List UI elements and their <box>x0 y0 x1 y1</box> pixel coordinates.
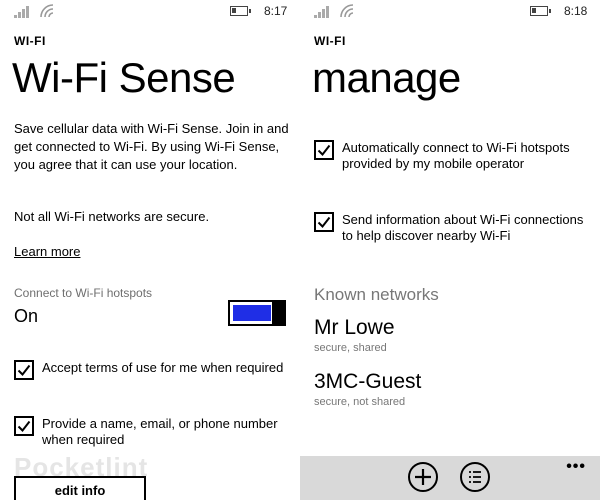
toggle-thumb[interactable] <box>272 300 284 326</box>
status-bar: 8:17 <box>0 0 300 24</box>
checkmark-icon <box>17 420 31 433</box>
app-bar: ••• <box>300 456 600 500</box>
hotspot-toggle-switch[interactable] <box>228 300 286 326</box>
clock: 8:17 <box>264 4 288 18</box>
checkmark-icon <box>17 364 31 377</box>
connect-hotspots-label: Connect to Wi-Fi hotspots <box>14 286 153 300</box>
checkmark-icon <box>317 216 331 229</box>
checkmark-icon <box>317 144 331 157</box>
add-icon <box>415 469 431 485</box>
network-name[interactable]: Mr Lowe <box>314 316 395 340</box>
wifi-icon <box>40 4 54 18</box>
toggle-track <box>233 305 271 321</box>
learn-more-link[interactable]: Learn more <box>14 244 80 259</box>
page-title: manage <box>312 54 461 101</box>
toggle-state-text: On <box>14 306 39 326</box>
network-detail: secure, not shared <box>314 396 406 408</box>
accept-terms-checkbox[interactable] <box>14 360 34 380</box>
auto-connect-checkbox[interactable] <box>314 140 334 160</box>
edit-info-button[interactable]: edit info <box>14 476 146 500</box>
security-note: Not all Wi-Fi networks are secure. <box>14 209 210 224</box>
auto-connect-label: Automatically connect to Wi-Fi hotspots … <box>342 140 570 171</box>
more-options-button[interactable]: ••• <box>566 458 586 476</box>
provide-info-label: Provide a name, email, or phone number w… <box>42 416 278 447</box>
battery-icon <box>530 6 551 16</box>
send-info-checkbox[interactable] <box>314 212 334 232</box>
known-networks-heading: Known networks <box>314 285 439 304</box>
status-bar: 8:18 <box>300 0 600 24</box>
signal-strength-icon <box>314 6 332 18</box>
page-title: Wi-Fi Sense <box>12 54 236 101</box>
provide-info-checkbox[interactable] <box>14 416 34 436</box>
signal-strength-icon <box>14 6 32 18</box>
list-icon <box>469 471 481 483</box>
clock: 8:18 <box>564 4 588 18</box>
manage-screen: 8:18 WI-FI manage Automatically connect … <box>300 0 600 500</box>
network-name[interactable]: 3MC-Guest <box>314 370 421 394</box>
wifi-sense-screen: 8:17 WI-FI Wi-Fi Sense Save cellular dat… <box>0 0 300 500</box>
battery-icon <box>230 6 251 16</box>
add-button[interactable] <box>408 462 438 492</box>
app-title: WI-FI <box>314 34 346 48</box>
app-title: WI-FI <box>14 34 46 48</box>
wifi-icon <box>340 4 354 18</box>
list-button[interactable] <box>460 462 490 492</box>
description-text: Save cellular data with Wi-Fi Sense. Joi… <box>14 121 289 172</box>
accept-terms-label: Accept terms of use for me when required <box>42 360 284 375</box>
network-detail: secure, shared <box>314 342 387 354</box>
send-info-label: Send information about Wi-Fi connections… <box>342 212 584 243</box>
